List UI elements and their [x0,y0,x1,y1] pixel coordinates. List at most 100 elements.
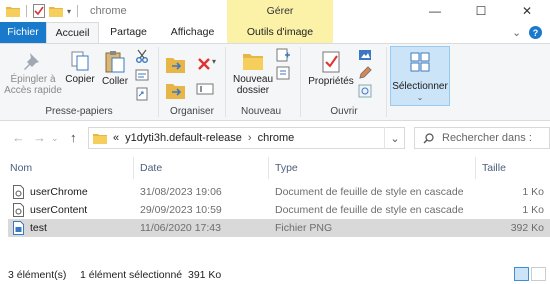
open-icon[interactable] [358,48,372,62]
copy-button[interactable]: Copier [63,50,97,85]
group-label-organize: Organiser [170,106,214,117]
file-row[interactable]: userContent 29/09/2023 10:59 Document de… [8,201,550,219]
tab-accueil[interactable]: Accueil [46,22,99,44]
tab-bar-right: ⌄ ? [512,22,542,43]
group-label-open: Ouvrir [330,106,358,117]
title-bar: ▾ chrome Gérer — ☐ ✕ [0,0,550,22]
file-row[interactable]: userChrome 31/08/2023 19:06 Document de … [8,183,550,201]
paste-icon [105,51,125,73]
file-name: userChrome [30,186,88,198]
file-type: Document de feuille de style en cascade [275,204,464,216]
history-icon[interactable] [358,84,372,98]
edit-icon[interactable] [358,66,372,80]
address-dropdown-icon[interactable]: ⌄ [384,127,405,149]
qat-customize-icon[interactable]: ▾ [67,7,71,16]
group-separator [386,47,387,117]
column-header-size[interactable]: Taille [482,162,506,174]
search-icon [423,132,434,143]
properties-icon [322,51,340,73]
new-folder-button[interactable]: Nouveau dossier [228,50,278,96]
help-icon[interactable]: ? [529,26,542,39]
tab-fichier[interactable]: Fichier [0,22,46,43]
window-title: chrome [90,5,127,17]
rename-icon[interactable] [196,82,214,96]
folder-icon [93,134,107,144]
move-to-icon[interactable] [166,56,188,74]
easy-access-icon[interactable] [276,66,290,80]
select-button[interactable]: Sélectionner ⌄ [390,46,450,106]
group-label-new: Nouveau [240,106,282,117]
new-folder-icon[interactable] [49,5,63,17]
qat-separator [77,5,79,17]
paste-shortcut-icon[interactable] [135,87,149,101]
back-icon[interactable]: ← [12,130,25,145]
copy-path-icon[interactable] [135,68,149,82]
css-file-icon [13,185,24,199]
search-box[interactable]: Rechercher dans : [414,127,550,149]
navigation-bar: ← → ⌄ ↑ « y1dyti3h.default-release › chr… [0,122,550,154]
cut-icon[interactable] [135,49,149,63]
properties-label: Propriétés [308,76,354,87]
address-bar[interactable]: « y1dyti3h.default-release › chrome [88,127,405,149]
new-item-icon[interactable] [276,48,290,62]
qat-separator [26,5,27,17]
column-headers: Nom Date Type Taille [0,157,550,179]
file-row[interactable]: test 11/06/2020 17:43 Fichier PNG 392 Ko [8,219,550,237]
pin-quick-access-button[interactable]: Épingler à Accès rapide [2,50,64,96]
copy-icon [71,51,89,71]
delete-icon[interactable] [196,56,212,72]
column-header-name[interactable]: Nom [10,162,32,174]
ribbon: Épingler à Accès rapide Copier Coller Pr… [0,43,550,121]
up-icon[interactable]: ↑ [70,130,77,145]
tab-affichage[interactable]: Affichage [160,22,225,43]
quick-access-toolbar: ▾ [6,3,80,19]
select-icon [410,52,430,72]
properties-icon[interactable] [33,4,45,18]
close-button[interactable]: ✕ [504,0,550,22]
file-list: Nom Date Type Taille userChrome 31/08/20… [0,154,550,264]
breadcrumb-item[interactable]: chrome [258,132,295,144]
view-switcher [514,267,546,281]
copy-to-icon[interactable] [166,82,188,100]
paste-label: Coller [101,76,129,87]
column-divider[interactable] [268,157,269,179]
tab-outils-image[interactable]: Outils d'image [227,22,333,43]
file-size: 1 Ko [522,204,544,216]
pin-icon [24,53,39,70]
file-date: 11/06/2020 17:43 [140,222,221,234]
details-view-icon[interactable] [514,267,529,281]
column-divider[interactable] [475,157,476,179]
properties-button[interactable]: Propriétés [306,50,356,87]
minimize-button[interactable]: — [412,0,458,22]
column-header-date[interactable]: Date [140,162,162,174]
search-placeholder: Rechercher dans : [442,132,532,144]
tab-partage[interactable]: Partage [101,22,156,43]
maximize-button[interactable]: ☐ [458,0,504,22]
file-name: test [30,222,47,234]
paste-button[interactable]: Coller [99,50,131,87]
group-label-clipboard: Presse-papiers [45,106,113,117]
chevron-down-icon: ⌄ [416,93,424,102]
file-type: Fichier PNG [275,222,333,234]
large-icons-view-icon[interactable] [531,267,546,281]
copy-label: Copier [65,74,95,85]
breadcrumb-overflow[interactable]: « [113,132,119,144]
column-header-type[interactable]: Type [275,162,298,174]
delete-dropdown-icon[interactable]: ▾ [212,57,216,66]
breadcrumb-item[interactable]: y1dyti3h.default-release [125,132,242,144]
forward-icon[interactable]: → [33,130,46,145]
context-group-manage: Gérer [227,0,333,22]
file-size: 1 Ko [522,186,544,198]
recent-locations-icon[interactable]: ⌄ [51,133,59,144]
chevron-right-icon[interactable]: › [248,132,252,144]
column-divider[interactable] [133,157,134,179]
new-folder-label: Nouveau dossier [232,74,274,96]
pin-label: Épingler à Accès rapide [4,74,62,96]
chevron-down-icon[interactable]: ⌄ [512,27,521,39]
file-date: 31/08/2023 19:06 [140,186,222,198]
css-file-icon [13,203,24,217]
group-separator [300,47,301,117]
png-file-icon [13,221,24,235]
status-bar: 3 élément(s) 1 élément sélectionné 391 K… [0,264,550,284]
selection-info: 1 élément sélectionné 391 Ko [80,269,222,281]
